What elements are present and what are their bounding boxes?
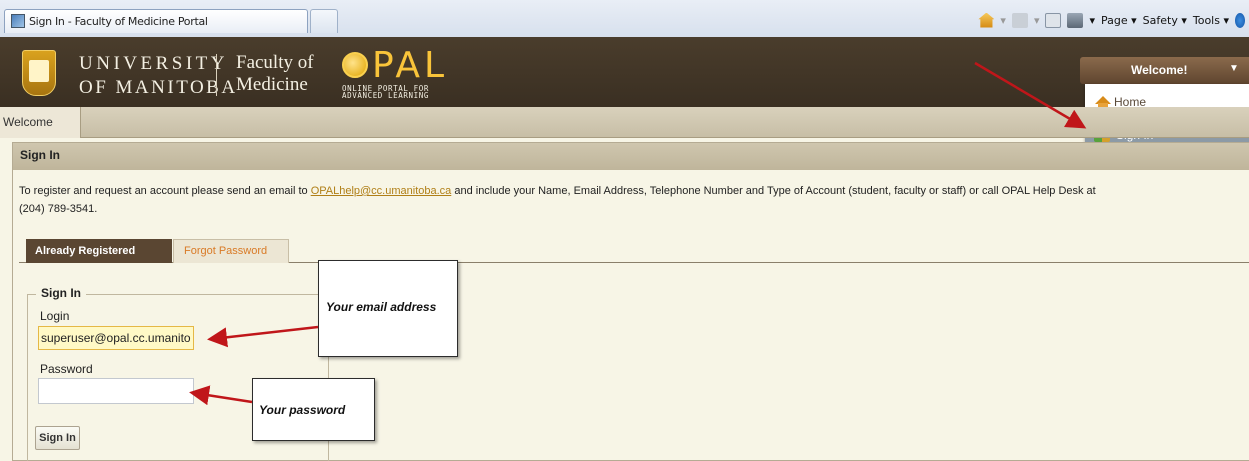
annotation-arrows [189,61,1087,406]
arrow-to-sign-in-menu [974,61,1087,129]
arrow-to-password-field [189,385,253,406]
arrow-to-login-field [207,325,319,348]
